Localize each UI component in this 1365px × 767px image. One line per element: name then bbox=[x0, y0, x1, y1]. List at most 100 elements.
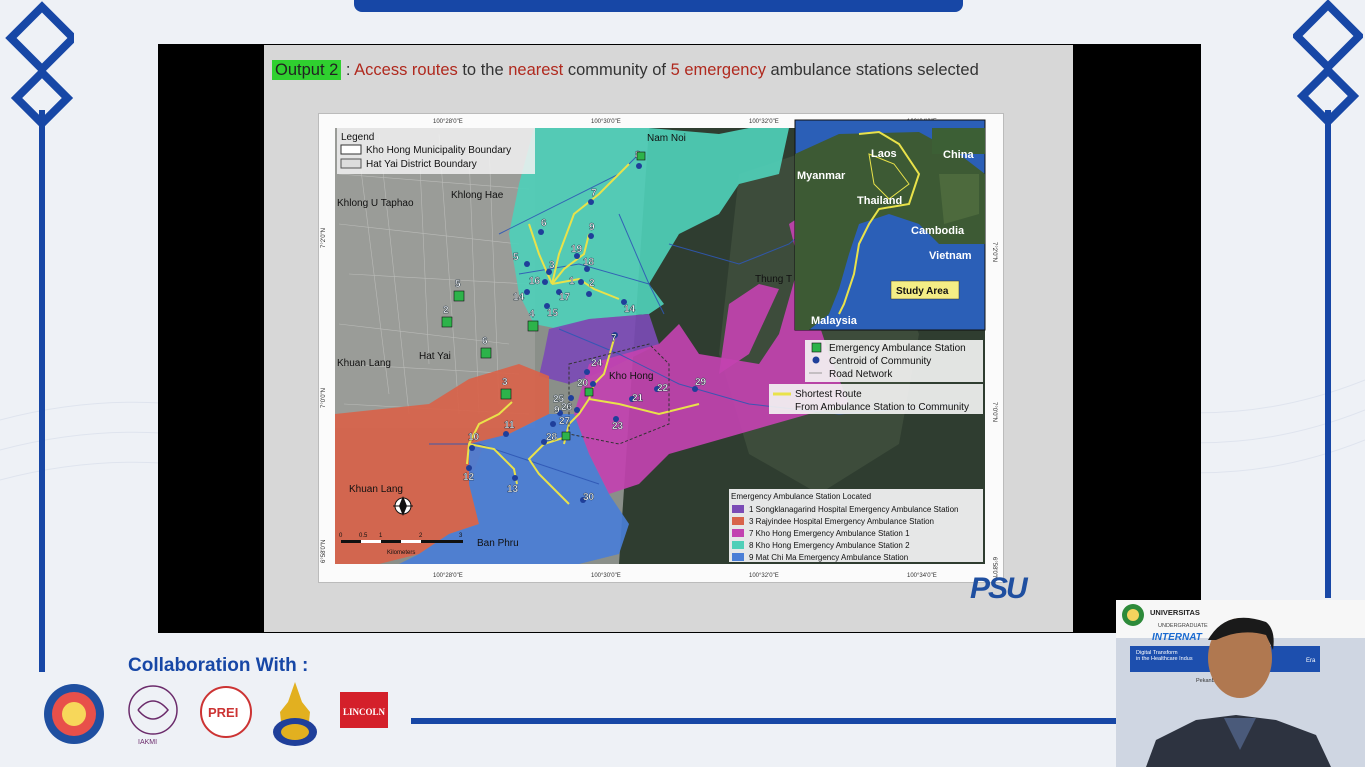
legend-route-sub: From Ambulance Station to Community bbox=[795, 402, 969, 413]
coord-label-top: 100°28'0"E bbox=[433, 119, 463, 125]
station-label: 6 bbox=[482, 336, 488, 347]
ambulance-route-map: 100°28'0"E 100°30'0"E 100°32'0"E 100°34'0"E… bbox=[318, 113, 1004, 583]
left-diamond-decoration bbox=[5, 1, 74, 672]
community-centroid bbox=[538, 229, 544, 235]
study-area-label: Study Area bbox=[896, 286, 949, 297]
community-centroid bbox=[584, 369, 590, 375]
community-centroid bbox=[574, 407, 580, 413]
inset-map: Laos China Myanmar Thailand Cambodia Vietnam M… bbox=[794, 119, 986, 331]
title-part: 5 emergency bbox=[670, 61, 766, 79]
community-label: 26 bbox=[561, 402, 573, 413]
place-name: Kho Hong bbox=[609, 371, 653, 382]
coord-label-bottom: 100°34'0"E bbox=[907, 573, 937, 579]
ambulance-station-marker bbox=[480, 347, 492, 359]
output-tag: Output 2 bbox=[272, 60, 342, 80]
ambulance-station-marker bbox=[561, 431, 571, 441]
station-legend-swatch bbox=[732, 505, 744, 513]
inset-country-label: Malaysia bbox=[811, 315, 858, 327]
station-label: 5 bbox=[455, 279, 461, 290]
presentation-slide: Output 2 : Access routes to the nearest … bbox=[264, 45, 1073, 632]
coord-label-top: 100°32'0"E bbox=[749, 119, 779, 125]
coord-label-top: 100°30'0"E bbox=[591, 119, 621, 125]
inset-country-label: China bbox=[943, 149, 974, 161]
community-label: 10 bbox=[468, 432, 480, 443]
inset-country-label: Thailand bbox=[857, 195, 902, 207]
university-seal-logo bbox=[44, 684, 104, 744]
coord-label-bottom: 100°28'0"E bbox=[433, 573, 463, 579]
community-centroid bbox=[588, 233, 594, 239]
community-centroid bbox=[524, 289, 530, 295]
legend-centroid: Centroid of Community bbox=[829, 356, 931, 367]
community-centroid bbox=[578, 279, 584, 285]
ambulance-station-marker bbox=[453, 290, 465, 302]
place-name: Khuan Lang bbox=[337, 358, 391, 369]
svg-text:LINCOLN: LINCOLN bbox=[343, 707, 386, 717]
inset-country-label: Laos bbox=[871, 148, 897, 160]
legend-item-municipality: Kho Hong Municipality Boundary bbox=[366, 145, 511, 156]
community-centroid bbox=[466, 465, 472, 471]
community-label: 27 bbox=[559, 416, 571, 427]
place-name: Hat Yai bbox=[419, 351, 451, 362]
route-legend: Shortest Route From Ambulance Station to… bbox=[769, 384, 983, 414]
place-name: Thung T bbox=[755, 274, 792, 285]
legend-road: Road Network bbox=[829, 369, 893, 380]
station-label: 2 bbox=[443, 305, 449, 316]
ambulance-station-marker bbox=[527, 320, 539, 332]
station-legend-item: 8 Kho Hong Emergency Ambulance Station 2 bbox=[749, 541, 910, 550]
community-label: 5 bbox=[513, 252, 519, 263]
title-part: ambulance stations selected bbox=[765, 61, 979, 79]
community-label: 11 bbox=[504, 420, 515, 431]
community-label: 1 bbox=[569, 276, 575, 287]
community-label: 18 bbox=[583, 257, 595, 268]
community-label: 6 bbox=[541, 218, 547, 229]
community-label: 7 bbox=[591, 188, 597, 199]
place-name: Ban Phru bbox=[477, 538, 519, 549]
community-centroid bbox=[524, 261, 530, 267]
ambulance-station-marker bbox=[636, 151, 646, 161]
community-label: 21 bbox=[632, 393, 644, 404]
legend-item-district: Hat Yai District Boundary bbox=[366, 159, 477, 170]
station-legend-item: 3 Rajyindee Hospital Emergency Ambulance… bbox=[749, 517, 934, 526]
community-label: 19 bbox=[571, 244, 583, 255]
coord-label-right: 7°0'0"N bbox=[991, 402, 997, 422]
presenter-avatar bbox=[1146, 617, 1331, 767]
station-label: 3 bbox=[502, 377, 508, 388]
community-label: 17 bbox=[559, 292, 571, 303]
coord-label-left: 6°58'0"N bbox=[321, 540, 327, 563]
station-legend-item: 1 Songklanagarind Hospital Emergency Amb… bbox=[749, 505, 958, 514]
station-legend-swatch bbox=[732, 517, 744, 525]
community-centroid bbox=[586, 291, 592, 297]
coord-label-bottom: 100°32'0"E bbox=[749, 573, 779, 579]
community-centroid bbox=[469, 445, 475, 451]
presenter-webcam: UNIVERSITAS UNDERGRADUATE INTERNAT Digit… bbox=[1116, 600, 1365, 767]
svg-text:PREI: PREI bbox=[208, 705, 238, 720]
community-label: 16 bbox=[529, 276, 541, 287]
ambulance-station-marker bbox=[584, 387, 594, 397]
coord-label-bottom: 100°30'0"E bbox=[591, 573, 621, 579]
coord-label-left: 7°0'0"N bbox=[321, 388, 327, 408]
collaboration-title: Collaboration With : bbox=[128, 655, 309, 676]
right-diamond-decoration bbox=[1293, 0, 1363, 598]
legend-station: Emergency Ambulance Station bbox=[829, 343, 966, 354]
ambulance-station-marker bbox=[500, 388, 512, 400]
station-legend-title: Emergency Ambulance Station Located bbox=[731, 492, 871, 501]
community-centroid bbox=[568, 395, 574, 401]
slide-title-text: : Access routes to the nearest community… bbox=[341, 61, 979, 79]
community-centroid bbox=[590, 381, 596, 387]
community-label: 20 bbox=[577, 378, 589, 389]
community-centroid bbox=[636, 163, 642, 169]
station-label: 4 bbox=[529, 309, 535, 320]
station-zone-legend: Emergency Ambulance Station Located 1 So… bbox=[729, 489, 983, 562]
place-name: Khlong U Taphao bbox=[337, 198, 414, 209]
station-legend-swatch bbox=[732, 529, 744, 537]
community-centroid bbox=[512, 475, 518, 481]
community-label: 9 bbox=[589, 222, 595, 233]
legend-title: Legend bbox=[341, 132, 374, 143]
community-label: 30 bbox=[583, 492, 595, 503]
svg-text:IAKMI: IAKMI bbox=[138, 739, 157, 746]
community-label: 14 bbox=[513, 292, 525, 303]
community-label: 28 bbox=[546, 432, 558, 443]
title-part: community of bbox=[563, 61, 671, 79]
station-legend-item: 7 Kho Hong Emergency Ambulance Station 1 bbox=[749, 529, 910, 538]
inset-country-label: Cambodia bbox=[911, 225, 965, 237]
